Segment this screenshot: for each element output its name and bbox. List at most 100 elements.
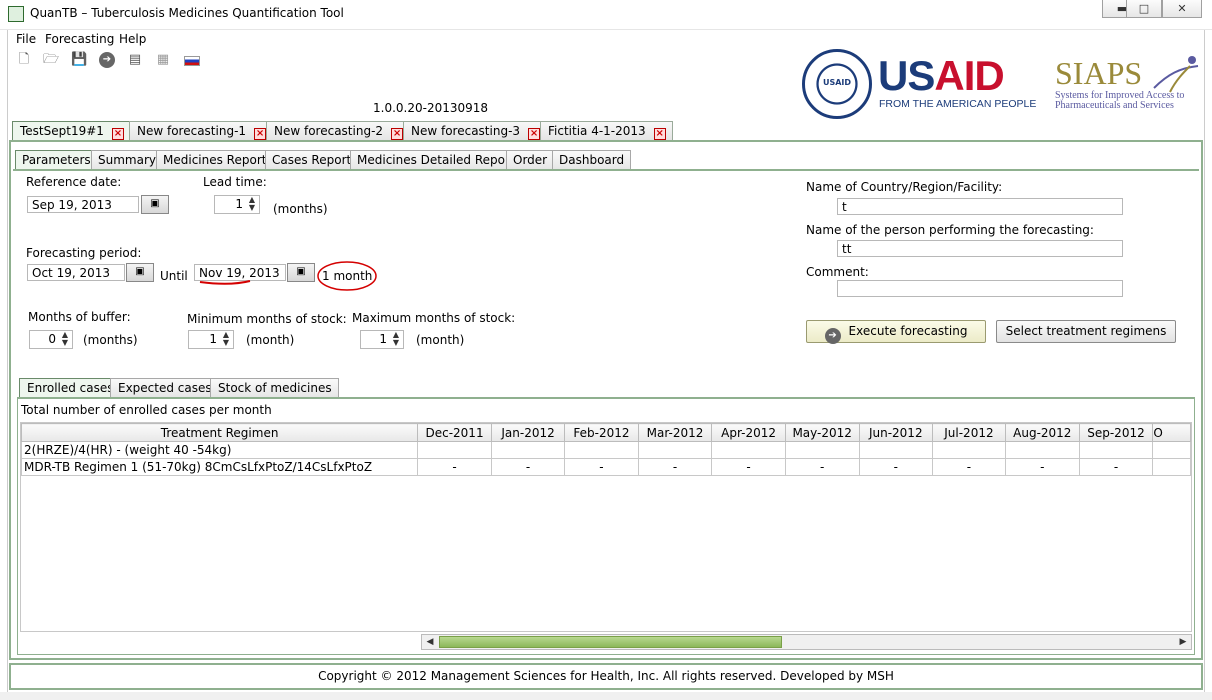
lead-time-spinner[interactable]: 1 ▲ ▼	[214, 195, 260, 214]
table-cell[interactable]	[1152, 441, 1191, 459]
close-tab-icon[interactable]: ×	[653, 128, 666, 140]
table-cell[interactable]: -	[711, 458, 786, 476]
table-cell[interactable]	[858, 441, 933, 459]
horizontal-scrollbar[interactable]: ◀ ▶	[421, 634, 1192, 650]
spinner-arrows-icon[interactable]: ▲ ▼	[220, 331, 232, 348]
table-cell[interactable]	[711, 441, 786, 459]
column-header[interactable]: Feb-2012	[564, 423, 639, 442]
doc-tab-new-forecasting-3[interactable]: New forecasting-3 ×	[403, 121, 548, 140]
table-cell[interactable]	[417, 441, 492, 459]
new-file-icon[interactable]: 🗋	[16, 52, 32, 68]
column-header[interactable]: Jan-2012	[490, 423, 566, 442]
table-cell[interactable]: -	[490, 458, 566, 476]
person-field[interactable]: tt	[837, 240, 1123, 257]
russian-flag-icon[interactable]	[184, 56, 200, 66]
table-cell[interactable]: -	[931, 458, 1006, 476]
column-header[interactable]: May-2012	[784, 423, 860, 442]
doc-tab-label: TestSept19#1	[20, 124, 104, 138]
table-cell[interactable]	[637, 441, 713, 459]
open-folder-icon[interactable]: 🗁	[43, 52, 59, 68]
tab-summary[interactable]: Summary	[91, 150, 163, 169]
tab-expected-cases[interactable]: Expected cases	[110, 378, 219, 397]
table-cell[interactable]	[1004, 441, 1080, 459]
column-header[interactable]: Aug-2012	[1004, 423, 1080, 442]
table-cell[interactable]: -	[858, 458, 933, 476]
table-row[interactable]: 2(HRZE)/4(HR) - (weight 40 -54kg)	[21, 441, 1191, 459]
table-cell[interactable]	[1152, 458, 1191, 476]
table-cell[interactable]	[490, 441, 566, 459]
column-header[interactable]: Jul-2012	[931, 423, 1006, 442]
close-tab-icon[interactable]: ×	[391, 128, 404, 140]
tab-dashboard[interactable]: Dashboard	[552, 150, 632, 169]
column-header[interactable]: Jun-2012	[858, 423, 933, 442]
tab-cases-report[interactable]: Cases Report	[265, 150, 359, 169]
table-cell[interactable]: -	[564, 458, 639, 476]
tab-medicines-report[interactable]: Medicines Report	[156, 150, 274, 169]
tab-medicines-detailed-report[interactable]: Medicines Detailed Report	[350, 150, 522, 169]
tab-order[interactable]: Order	[506, 150, 555, 169]
menu-forecasting[interactable]: Forecasting	[45, 32, 114, 46]
max-stock-spinner[interactable]: 1 ▲ ▼	[360, 330, 404, 349]
close-tab-icon[interactable]: ×	[254, 128, 267, 140]
maximize-button[interactable]: □	[1126, 0, 1162, 18]
table-cell[interactable]: -	[637, 458, 713, 476]
menu-file[interactable]: File	[16, 32, 36, 46]
buffer-value: 0	[48, 332, 56, 346]
spinner-arrows-icon[interactable]: ▲ ▼	[246, 196, 258, 213]
column-header[interactable]: O	[1152, 423, 1191, 442]
regimen-cell[interactable]: 2(HRZE)/4(HR) - (weight 40 -54kg)	[21, 441, 419, 459]
doc-tab-testsept19[interactable]: TestSept19#1 ×	[12, 121, 131, 140]
tab-stock-of-medicines[interactable]: Stock of medicines	[210, 378, 339, 397]
window-frame-left	[0, 30, 8, 700]
go-arrow-icon[interactable]: ➔	[99, 52, 115, 68]
table-cell[interactable]	[564, 441, 639, 459]
calendar-icon[interactable]: ▣	[126, 263, 154, 282]
table-cell[interactable]	[1078, 441, 1154, 459]
enrolled-cases-table: Treatment Regimen Dec-2011 Jan-2012 Feb-…	[21, 423, 1191, 476]
usaid-logo-text: USAID	[878, 52, 1005, 99]
regimen-cell[interactable]: MDR-TB Regimen 1 (51-70kg) 8CmCsLfxPtoZ/…	[21, 458, 419, 476]
english-flag-icon[interactable]: ▦	[155, 52, 171, 68]
scroll-left-icon[interactable]: ◀	[422, 635, 438, 649]
period-start-field[interactable]: Oct 19, 2013	[27, 264, 125, 281]
table-cell[interactable]: -	[784, 458, 860, 476]
min-stock-spinner[interactable]: 1 ▲ ▼	[188, 330, 234, 349]
doc-tab-fictitia[interactable]: Fictitia 4-1-2013 ×	[540, 121, 673, 140]
excel-export-icon[interactable]: ▤	[127, 52, 143, 68]
spinner-arrows-icon[interactable]: ▲ ▼	[59, 331, 71, 348]
column-header[interactable]: Mar-2012	[637, 423, 713, 442]
tab-parameters[interactable]: Parameters	[15, 150, 98, 169]
column-header[interactable]: Treatment Regimen	[21, 423, 419, 442]
close-tab-icon[interactable]: ×	[111, 128, 124, 140]
select-regimens-button[interactable]: Select treatment regimens	[996, 320, 1176, 343]
menu-help[interactable]: Help	[119, 32, 146, 46]
country-field[interactable]: t	[837, 198, 1123, 215]
reference-date-field[interactable]: Sep 19, 2013	[27, 196, 139, 213]
doc-tab-new-forecasting-2[interactable]: New forecasting-2 ×	[266, 121, 411, 140]
version-label: 1.0.0.20-20130918	[373, 101, 489, 115]
max-stock-label: Maximum months of stock:	[352, 311, 516, 325]
table-row[interactable]: MDR-TB Regimen 1 (51-70kg) 8CmCsLfxPtoZ/…	[21, 458, 1191, 476]
doc-tab-label: New forecasting-1	[137, 124, 247, 138]
spinner-arrows-icon[interactable]: ▲ ▼	[390, 331, 402, 348]
table-cell[interactable]: -	[1078, 458, 1154, 476]
column-header[interactable]: Apr-2012	[711, 423, 786, 442]
buffer-spinner[interactable]: 0 ▲ ▼	[29, 330, 73, 349]
table-cell[interactable]: -	[1004, 458, 1080, 476]
tab-enrolled-cases[interactable]: Enrolled cases	[19, 378, 121, 397]
bottom-frame	[0, 692, 1212, 700]
column-header[interactable]: Dec-2011	[417, 423, 492, 442]
save-icon[interactable]: 💾	[71, 52, 87, 68]
calendar-icon[interactable]: ▣	[141, 195, 169, 214]
close-tab-icon[interactable]: ×	[528, 128, 541, 140]
comment-field[interactable]	[837, 280, 1123, 297]
table-cell[interactable]	[784, 441, 860, 459]
execute-forecasting-button[interactable]: ➔ Execute forecasting	[806, 320, 986, 344]
column-header[interactable]: Sep-2012	[1078, 423, 1154, 442]
doc-tab-new-forecasting-1[interactable]: New forecasting-1 ×	[129, 121, 274, 140]
close-button[interactable]: ✕	[1162, 0, 1202, 18]
scrollbar-thumb[interactable]	[439, 636, 782, 648]
scroll-right-icon[interactable]: ▶	[1175, 635, 1191, 649]
table-cell[interactable]: -	[417, 458, 492, 476]
table-cell[interactable]	[931, 441, 1006, 459]
